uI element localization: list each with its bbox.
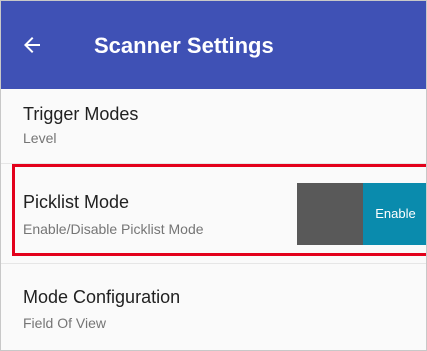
setting-trigger-modes[interactable]: Trigger Modes Level bbox=[1, 89, 426, 163]
setting-summary: Field Of View bbox=[23, 315, 106, 331]
page-title: Scanner Settings bbox=[94, 33, 274, 58]
divider bbox=[1, 163, 426, 164]
toggle-off-segment bbox=[297, 183, 363, 245]
setting-title: Picklist Mode bbox=[23, 192, 130, 212]
setting-mode-configuration[interactable]: Mode Configuration Field Of View bbox=[1, 264, 426, 350]
arrow-back-icon[interactable] bbox=[20, 33, 44, 57]
toggle-enable-label: Enable bbox=[363, 183, 426, 245]
picklist-mode-toggle[interactable]: Enable bbox=[297, 183, 426, 245]
setting-summary: Enable/Disable Picklist Mode bbox=[23, 221, 204, 237]
setting-summary: Level bbox=[23, 130, 57, 146]
setting-title: Trigger Modes bbox=[23, 104, 139, 124]
app-bar: Scanner Settings bbox=[1, 1, 426, 89]
setting-title: Mode Configuration bbox=[23, 287, 181, 307]
screen: Scanner Settings Trigger Modes Level Pic… bbox=[0, 0, 427, 351]
